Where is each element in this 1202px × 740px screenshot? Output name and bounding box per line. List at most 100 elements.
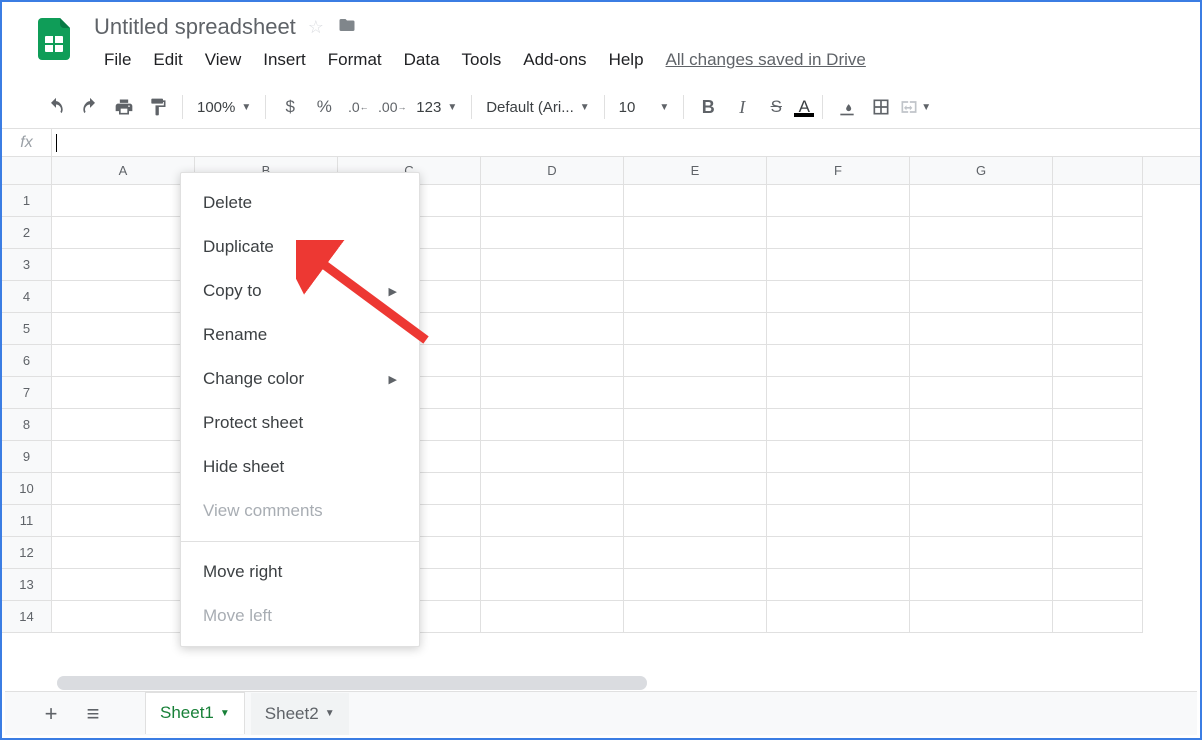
cell[interactable]: [481, 249, 624, 281]
menu-help[interactable]: Help: [599, 44, 654, 76]
paint-format-button[interactable]: [142, 92, 174, 122]
row-header[interactable]: 13: [2, 569, 52, 601]
cell[interactable]: [52, 217, 195, 249]
row-header[interactable]: 14: [2, 601, 52, 633]
all-sheets-button[interactable]: ≡: [75, 696, 111, 732]
cell[interactable]: [624, 505, 767, 537]
row-header[interactable]: 12: [2, 537, 52, 569]
cell[interactable]: [52, 185, 195, 217]
row-header[interactable]: 7: [2, 377, 52, 409]
cell[interactable]: [624, 217, 767, 249]
cell[interactable]: [624, 377, 767, 409]
cell[interactable]: [910, 601, 1053, 633]
cell[interactable]: [481, 537, 624, 569]
cell[interactable]: [1053, 569, 1143, 601]
cell[interactable]: [624, 409, 767, 441]
cell[interactable]: [1053, 217, 1143, 249]
cell[interactable]: [767, 185, 910, 217]
ctx-copy-to[interactable]: Copy to▶: [181, 269, 419, 313]
cell[interactable]: [624, 569, 767, 601]
ctx-change-color[interactable]: Change color▶: [181, 357, 419, 401]
row-header[interactable]: 4: [2, 281, 52, 313]
cell[interactable]: [52, 441, 195, 473]
cell[interactable]: [52, 409, 195, 441]
cell[interactable]: [624, 441, 767, 473]
cell[interactable]: [52, 281, 195, 313]
percent-button[interactable]: %: [308, 92, 340, 122]
cell[interactable]: [767, 217, 910, 249]
cell[interactable]: [767, 537, 910, 569]
cell[interactable]: [624, 185, 767, 217]
col-header-next[interactable]: [1053, 157, 1143, 184]
cell[interactable]: [767, 409, 910, 441]
fill-color-button[interactable]: [831, 92, 863, 122]
cell[interactable]: [910, 313, 1053, 345]
cell[interactable]: [481, 377, 624, 409]
increase-decimal-button[interactable]: .00→: [376, 92, 408, 122]
cell[interactable]: [767, 505, 910, 537]
cell[interactable]: [624, 313, 767, 345]
cell[interactable]: [52, 473, 195, 505]
cell[interactable]: [624, 249, 767, 281]
menu-view[interactable]: View: [195, 44, 252, 76]
cell[interactable]: [52, 313, 195, 345]
col-header-e[interactable]: E: [624, 157, 767, 184]
cell[interactable]: [481, 185, 624, 217]
cell[interactable]: [52, 569, 195, 601]
cell[interactable]: [910, 249, 1053, 281]
cell[interactable]: [767, 345, 910, 377]
cell[interactable]: [910, 377, 1053, 409]
cell[interactable]: [624, 281, 767, 313]
cell[interactable]: [910, 185, 1053, 217]
font-select[interactable]: Default (Ari...▼: [480, 95, 595, 120]
cell[interactable]: [1053, 505, 1143, 537]
row-header[interactable]: 10: [2, 473, 52, 505]
cell[interactable]: [1053, 537, 1143, 569]
cell[interactable]: [481, 505, 624, 537]
add-sheet-button[interactable]: +: [33, 696, 69, 732]
horizontal-scrollbar[interactable]: [57, 676, 647, 690]
cell[interactable]: [481, 473, 624, 505]
cell[interactable]: [52, 537, 195, 569]
menu-addons[interactable]: Add-ons: [513, 44, 596, 76]
cell[interactable]: [910, 345, 1053, 377]
cell[interactable]: [1053, 313, 1143, 345]
row-header[interactable]: 2: [2, 217, 52, 249]
cell[interactable]: [52, 601, 195, 633]
ctx-rename[interactable]: Rename: [181, 313, 419, 357]
cell[interactable]: [481, 409, 624, 441]
text-color-button[interactable]: A: [794, 97, 814, 117]
ctx-duplicate[interactable]: Duplicate: [181, 225, 419, 269]
ctx-protect-sheet[interactable]: Protect sheet: [181, 401, 419, 445]
cell[interactable]: [1053, 473, 1143, 505]
cell[interactable]: [481, 569, 624, 601]
cell[interactable]: [624, 601, 767, 633]
formula-input[interactable]: [57, 129, 1200, 156]
folder-icon[interactable]: [336, 16, 358, 39]
col-header-g[interactable]: G: [910, 157, 1053, 184]
col-header-d[interactable]: D: [481, 157, 624, 184]
cell[interactable]: [910, 537, 1053, 569]
menu-data[interactable]: Data: [394, 44, 450, 76]
cell[interactable]: [481, 441, 624, 473]
cell[interactable]: [1053, 185, 1143, 217]
ctx-delete[interactable]: Delete: [181, 181, 419, 225]
cell[interactable]: [910, 217, 1053, 249]
bold-button[interactable]: B: [692, 92, 724, 122]
menu-file[interactable]: File: [94, 44, 141, 76]
cell[interactable]: [910, 569, 1053, 601]
font-size-select[interactable]: 10▼: [613, 95, 676, 120]
italic-button[interactable]: I: [726, 92, 758, 122]
cell[interactable]: [1053, 601, 1143, 633]
document-title[interactable]: Untitled spreadsheet: [94, 14, 296, 40]
ctx-hide-sheet[interactable]: Hide sheet: [181, 445, 419, 489]
cell[interactable]: [481, 601, 624, 633]
cell[interactable]: [481, 313, 624, 345]
cell[interactable]: [52, 249, 195, 281]
strikethrough-button[interactable]: S: [760, 92, 792, 122]
cell[interactable]: [481, 345, 624, 377]
number-format-select[interactable]: 123▼: [410, 95, 463, 120]
zoom-select[interactable]: 100%▼: [191, 95, 257, 120]
currency-button[interactable]: $: [274, 92, 306, 122]
menu-edit[interactable]: Edit: [143, 44, 192, 76]
